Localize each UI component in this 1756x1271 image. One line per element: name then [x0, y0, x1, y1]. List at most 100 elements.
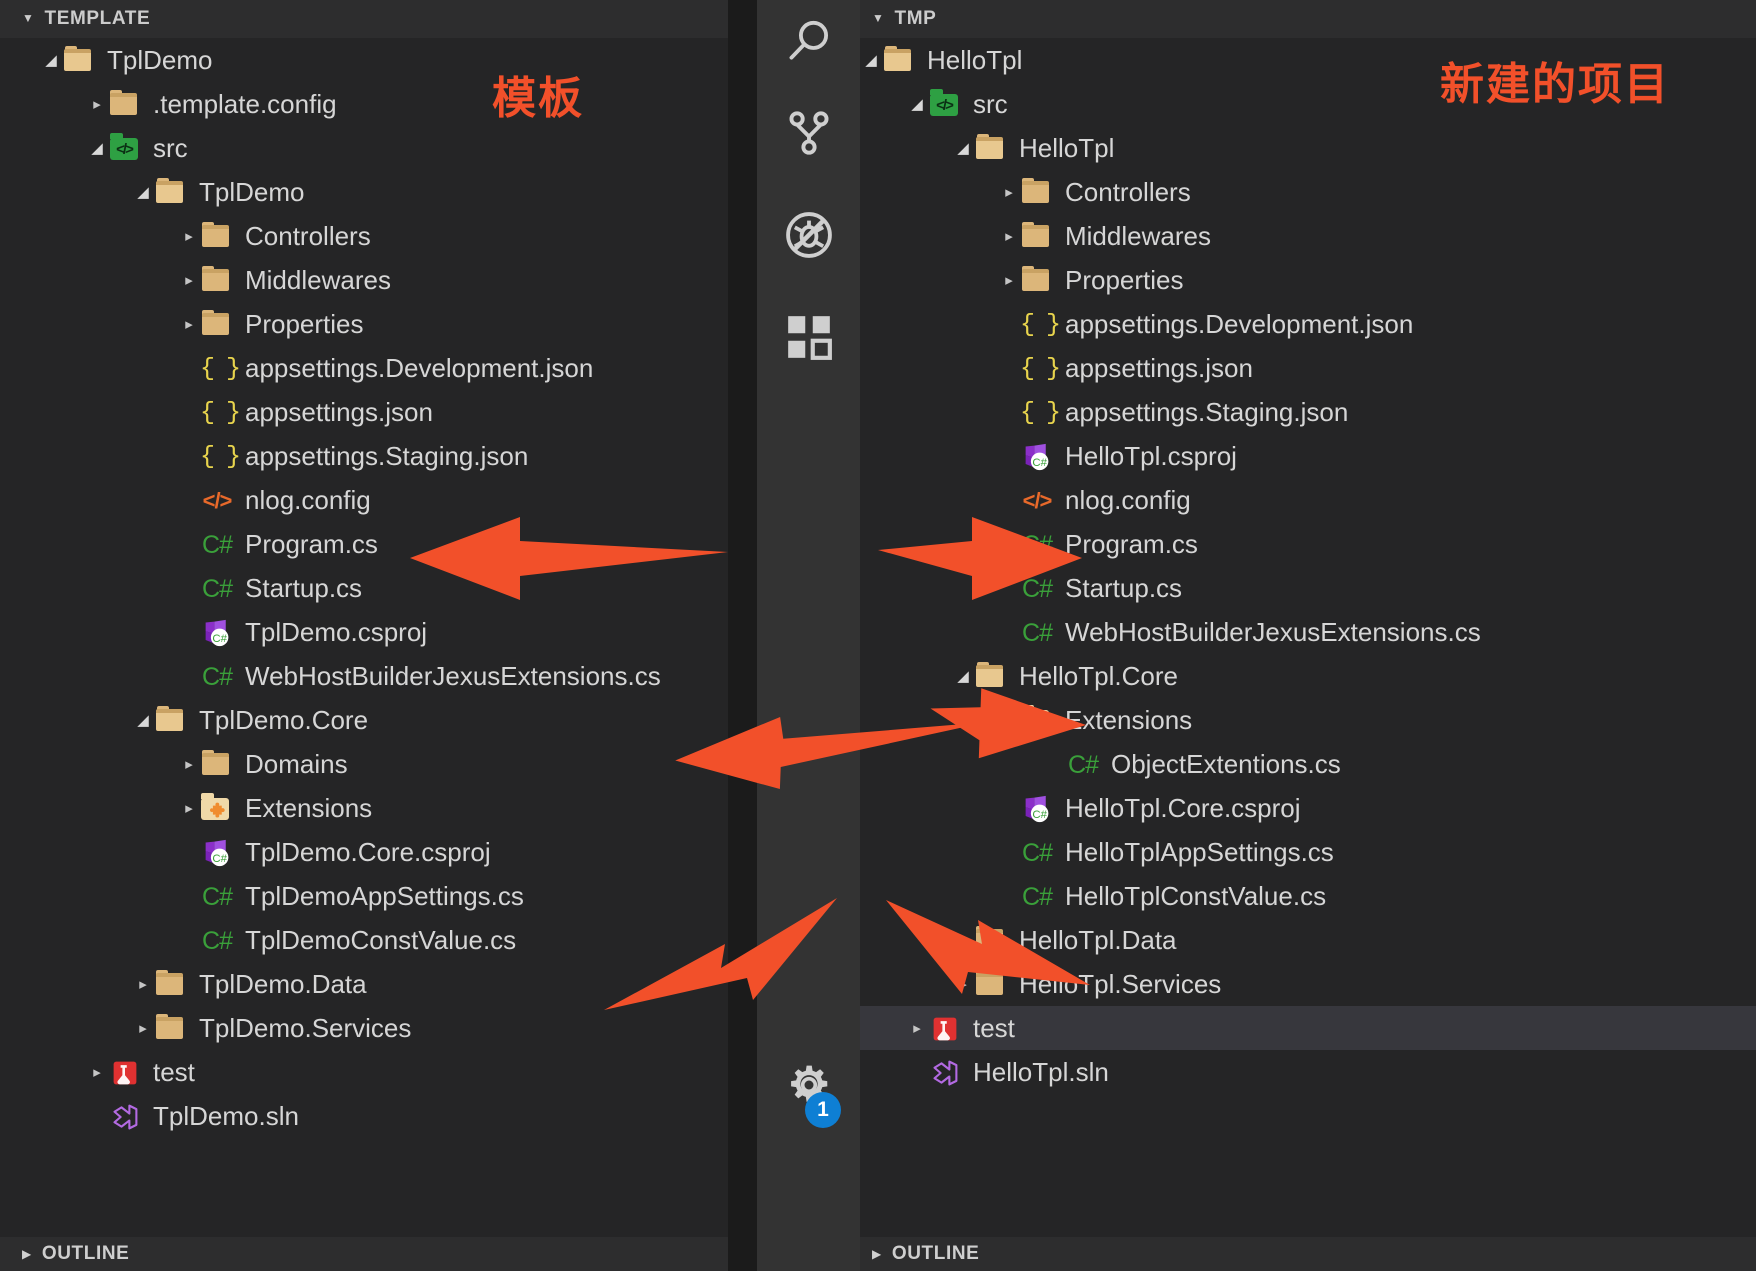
tree-item-label: Properties — [1065, 265, 1184, 295]
tree-row[interactable]: ◢ TplDemo — [0, 170, 728, 214]
chevron-right-icon[interactable]: ▸ — [86, 97, 108, 112]
chevron-right-icon[interactable]: ▸ — [132, 1021, 154, 1036]
chevron-right-icon[interactable]: ▸ — [178, 273, 200, 288]
tree-item-label: Program.cs — [245, 529, 378, 559]
chevron-right-icon[interactable]: ▸ — [178, 229, 200, 244]
chevron-right-icon[interactable]: ▸ — [998, 273, 1020, 288]
tree-row[interactable]: ▸ TplDemo.Data — [0, 962, 728, 1006]
tree-row[interactable]: ▸C#Startup.cs — [0, 566, 728, 610]
tree-row[interactable]: ▸C#HelloTplAppSettings.cs — [860, 830, 1756, 874]
chevron-right-icon[interactable]: ▸ — [132, 977, 154, 992]
tree-row[interactable]: ▸{ }appsettings.json — [0, 390, 728, 434]
chevron-right-icon[interactable]: ▸ — [86, 1065, 108, 1080]
chevron-right-icon[interactable]: ▸ — [998, 229, 1020, 244]
chevron-right-icon: ▶ — [22, 1247, 32, 1261]
tree-item-label: HelloTpl — [927, 45, 1023, 75]
tree-row[interactable]: ▸</>nlog.config — [860, 478, 1756, 522]
folder-src-icon: </> — [108, 133, 142, 163]
tree-row[interactable]: ◢ Extensions — [860, 698, 1756, 742]
chevron-right-icon[interactable]: ▸ — [178, 757, 200, 772]
tree-row[interactable]: ▸C#HelloTpl.Core.csproj — [860, 786, 1756, 830]
tree-item-label: HelloTpl.Services — [1019, 969, 1222, 999]
chevron-down-icon[interactable]: ◢ — [952, 669, 974, 684]
tree-row[interactable]: ▸C#TplDemoAppSettings.cs — [0, 874, 728, 918]
tree-item-label: Middlewares — [245, 265, 391, 295]
right-outline-section[interactable]: ▶ OUTLINE — [860, 1237, 1756, 1271]
tree-row[interactable]: ◢ HelloTpl.Core — [860, 654, 1756, 698]
tree-row[interactable]: ▸TplDemo.sln — [0, 1094, 728, 1138]
search-icon[interactable] — [757, 4, 860, 78]
tree-row[interactable]: ▸ Middlewares — [0, 258, 728, 302]
tree-row[interactable]: ▸{ }appsettings.Development.json — [0, 346, 728, 390]
tree-row[interactable]: ▸C#TplDemoConstValue.cs — [0, 918, 728, 962]
extensions-icon[interactable] — [757, 300, 860, 374]
chevron-down-icon[interactable]: ◢ — [860, 53, 882, 68]
folder-icon — [200, 221, 234, 251]
chevron-right-icon[interactable]: ▸ — [952, 977, 974, 992]
tree-row[interactable]: ▸C#WebHostBuilderJexusExtensions.cs — [0, 654, 728, 698]
tree-row[interactable]: ▸C#ObjectExtentions.cs — [860, 742, 1756, 786]
tree-row[interactable]: ▸ HelloTpl.Services — [860, 962, 1756, 1006]
tree-row[interactable]: ▸ HelloTpl.Data — [860, 918, 1756, 962]
tree-row[interactable]: ▸ test — [860, 1006, 1756, 1050]
csharp-file-icon: C# — [1022, 531, 1053, 559]
chevron-right-icon[interactable]: ▸ — [998, 185, 1020, 200]
tree-row[interactable]: ▸C#Startup.cs — [860, 566, 1756, 610]
chevron-down-icon[interactable]: ◢ — [86, 141, 108, 156]
tree-row[interactable]: ◢ HelloTpl — [860, 126, 1756, 170]
chevron-down-icon[interactable]: ◢ — [952, 141, 974, 156]
left-outline-section[interactable]: ▶ OUTLINE — [0, 1237, 728, 1271]
chevron-right-icon[interactable]: ▸ — [178, 801, 200, 816]
xml-file-icon: </> — [202, 488, 233, 513]
tree-row[interactable]: ▸ Controllers — [0, 214, 728, 258]
tree-row[interactable]: ◢ </> src — [0, 126, 728, 170]
tree-row[interactable]: ▸C#HelloTplConstValue.cs — [860, 874, 1756, 918]
template-annotation: 模板 — [492, 73, 584, 124]
tree-row[interactable]: ▸ Extensions — [0, 786, 728, 830]
tree-row[interactable]: ▸C#TplDemo.Core.csproj — [0, 830, 728, 874]
tree-row[interactable]: ▸C#Program.cs — [860, 522, 1756, 566]
tree-row[interactable]: ▸C#WebHostBuilderJexusExtensions.cs — [860, 610, 1756, 654]
debug-icon[interactable] — [757, 198, 860, 272]
tree-row[interactable]: ▸ TplDemo.Services — [0, 1006, 728, 1050]
tree-row[interactable]: ▸C#TplDemo.csproj — [0, 610, 728, 654]
tree-row[interactable]: ▸ test — [0, 1050, 728, 1094]
tree-row[interactable]: ▸C#Program.cs — [0, 522, 728, 566]
tree-item-label: TplDemo.Data — [199, 969, 367, 999]
panel-divider[interactable] — [728, 0, 757, 1271]
chevron-down-icon[interactable]: ◢ — [906, 97, 928, 112]
tree-row[interactable]: ▸C#HelloTpl.csproj — [860, 434, 1756, 478]
tree-row[interactable]: ▸{ }appsettings.json — [860, 346, 1756, 390]
tree-item-label: HelloTpl.csproj — [1065, 441, 1237, 471]
gear-icon[interactable]: 1 — [757, 1048, 860, 1128]
right-section-header[interactable]: ▼ TMP — [860, 0, 1756, 38]
tree-row[interactable]: ▸</>nlog.config — [0, 478, 728, 522]
tree-row[interactable]: ▸ Controllers — [860, 170, 1756, 214]
tree-row[interactable]: ▸HelloTpl.sln — [860, 1050, 1756, 1094]
settings-badge: 1 — [805, 1092, 841, 1128]
chevron-right-icon[interactable]: ▸ — [906, 1021, 928, 1036]
left-section-header[interactable]: ▼ TEMPLATE — [0, 0, 728, 38]
folder-icon — [154, 969, 188, 999]
chevron-right-icon[interactable]: ▸ — [178, 317, 200, 332]
chevron-down-icon[interactable]: ◢ — [132, 185, 154, 200]
chevron-right-icon[interactable]: ▸ — [952, 933, 974, 948]
tree-row[interactable]: ▸{ }appsettings.Development.json — [860, 302, 1756, 346]
tree-row[interactable]: ▸ Domains — [0, 742, 728, 786]
chevron-down-icon[interactable]: ◢ — [132, 713, 154, 728]
tree-row[interactable]: ◢ TplDemo.Core — [0, 698, 728, 742]
chevron-down-icon[interactable]: ◢ — [998, 713, 1020, 728]
tree-row[interactable]: ▸{ }appsettings.Staging.json — [0, 434, 728, 478]
tree-row[interactable]: ▸ Properties — [860, 258, 1756, 302]
tree-row[interactable]: ▸{ }appsettings.Staging.json — [860, 390, 1756, 434]
chevron-down-icon[interactable]: ◢ — [40, 53, 62, 68]
source-control-icon[interactable] — [757, 96, 860, 170]
tree-item-label: Controllers — [1065, 177, 1191, 207]
tree-row[interactable]: ▸ Middlewares — [860, 214, 1756, 258]
tree-row[interactable]: ▸ .template.config — [0, 82, 728, 126]
tree-item-label: appsettings.Development.json — [245, 353, 594, 383]
svg-text:C#: C# — [1032, 457, 1047, 469]
tree-row[interactable]: ◢ TplDemo — [0, 38, 728, 82]
tree-row[interactable]: ▸ Properties — [0, 302, 728, 346]
folder-open-icon — [974, 661, 1008, 691]
